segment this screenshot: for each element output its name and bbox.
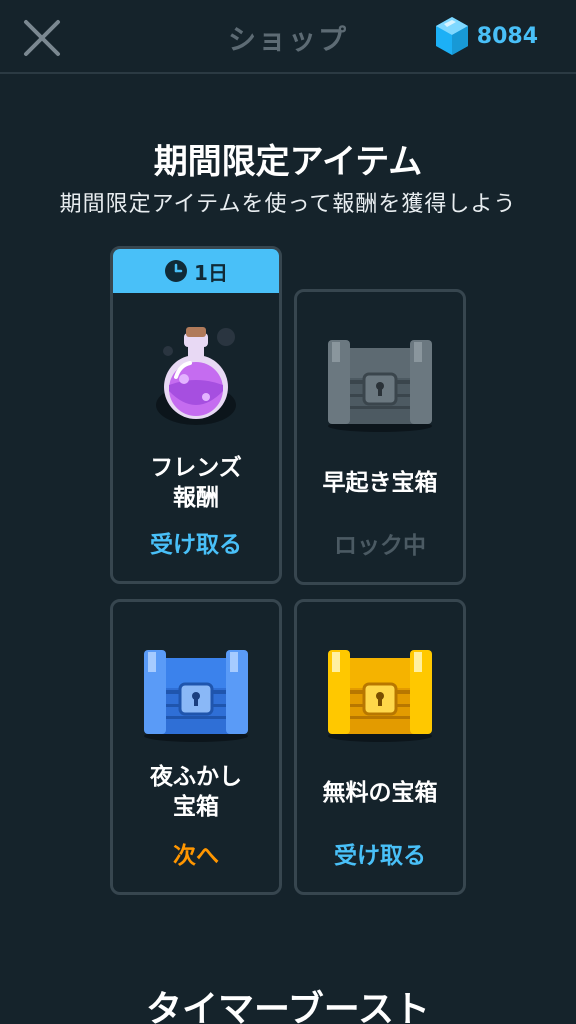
potion-icon bbox=[156, 327, 236, 425]
limited-items-title: 期間限定アイテム bbox=[153, 142, 423, 182]
gold-chest-icon bbox=[328, 650, 432, 742]
chest-art bbox=[297, 644, 463, 744]
chest-art bbox=[113, 644, 279, 744]
top-bar: ショップ 8084 bbox=[0, 0, 576, 74]
early-bird-chest-card[interactable]: 早起き宝箱 ロック中 bbox=[294, 289, 466, 585]
clock-icon bbox=[165, 260, 188, 282]
friends-reward-card[interactable]: 1日 フレンズ 報酬 受け取る bbox=[110, 246, 282, 584]
gem-icon bbox=[435, 17, 468, 55]
potion-art bbox=[113, 319, 279, 429]
timer-text: 1日 bbox=[194, 260, 228, 285]
gem-count: 8084 bbox=[476, 23, 538, 49]
card-name-line1: 夜ふかし bbox=[150, 764, 242, 790]
claim-button[interactable]: 受け取る bbox=[297, 836, 463, 870]
limited-items-subtitle: 期間限定アイテムを使って報酬を獲得しよう bbox=[59, 192, 517, 217]
locked-label: ロック中 bbox=[334, 533, 426, 559]
blue-chest-icon bbox=[144, 650, 248, 742]
grey-chest-icon bbox=[328, 340, 432, 432]
card-name: 無料の宝箱 bbox=[322, 780, 438, 806]
card-name: 早起き宝箱 bbox=[322, 470, 438, 496]
card-name-line1: フレンズ bbox=[150, 455, 242, 481]
card-name-line2: 報酬 bbox=[173, 485, 219, 511]
timer-boost-title: タイマーブースト bbox=[145, 989, 431, 1024]
card-name-line2: 宝箱 bbox=[173, 794, 219, 820]
gem-balance[interactable]: 8084 bbox=[435, 14, 538, 58]
claim-button[interactable]: 受け取る bbox=[113, 525, 279, 559]
night-owl-chest-card[interactable]: 夜ふかし 宝箱 次へ bbox=[110, 599, 282, 895]
next-label[interactable]: 次へ bbox=[113, 836, 279, 870]
timer-badge: 1日 bbox=[113, 249, 279, 293]
chest-art bbox=[297, 334, 463, 434]
free-chest-card[interactable]: 無料の宝箱 受け取る bbox=[294, 599, 466, 895]
